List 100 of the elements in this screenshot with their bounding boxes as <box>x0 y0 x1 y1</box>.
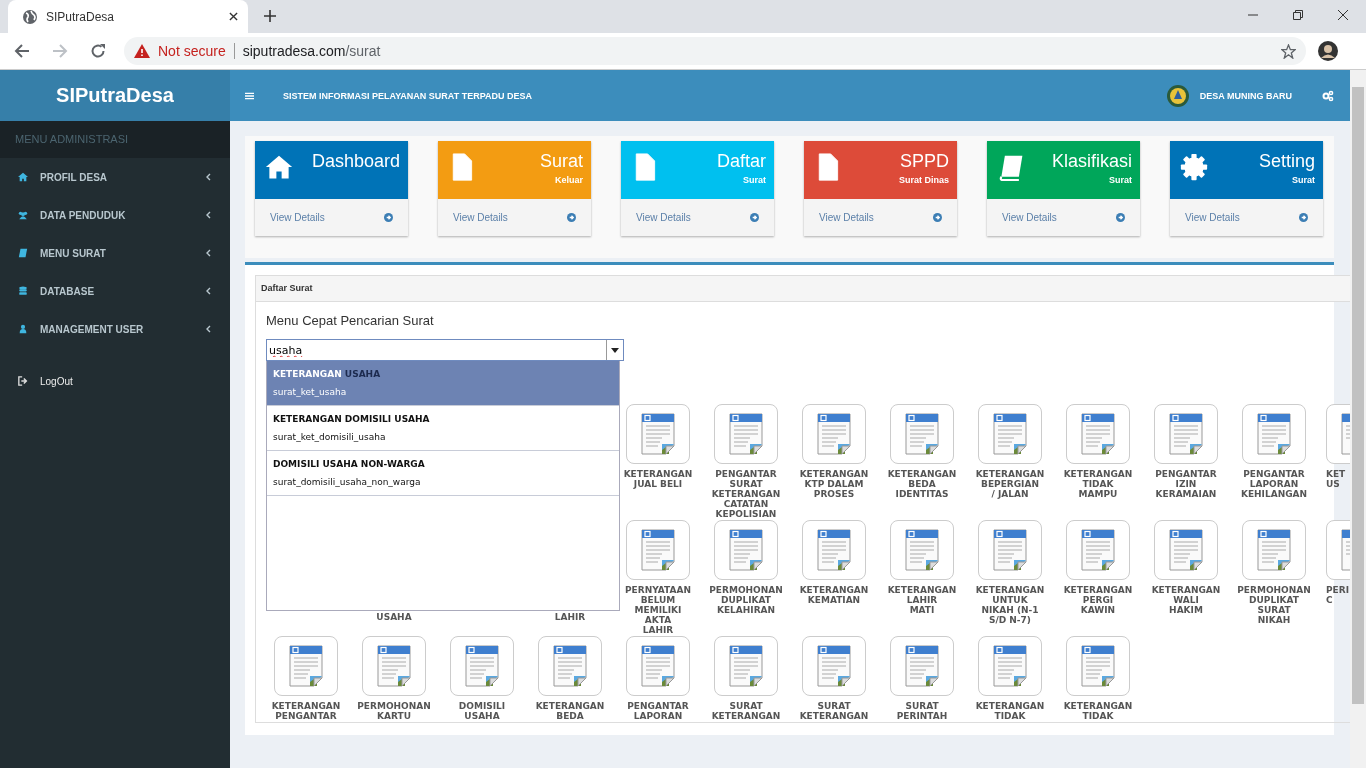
new-tab-icon[interactable] <box>264 10 276 22</box>
letter-tile[interactable] <box>538 636 602 696</box>
document-icon <box>902 528 942 572</box>
info-box-title: Setting <box>1258 151 1315 172</box>
star-icon[interactable] <box>1281 43 1296 59</box>
chevron-icon <box>205 249 211 257</box>
info-box-title: Dashboard <box>311 151 400 172</box>
document-icon <box>462 644 502 688</box>
letter-label: KETERANGAN KEMATIAN <box>799 585 869 605</box>
security-label[interactable]: Not secure <box>158 43 226 59</box>
letter-tile[interactable] <box>978 520 1042 580</box>
sidebar-item[interactable]: MANAGEMENT USER <box>0 310 230 348</box>
database-icon <box>18 286 28 296</box>
letter-tile[interactable] <box>714 636 778 696</box>
letter-tile[interactable] <box>1154 404 1218 464</box>
result-code: surat_ket_usaha <box>273 387 348 397</box>
close-icon[interactable] <box>1338 10 1348 20</box>
settings-icon[interactable] <box>1322 89 1334 102</box>
letter-tile[interactable] <box>1066 636 1130 696</box>
letter-label: KETERANGAN BEDA <box>535 701 605 721</box>
panel-title: Daftar Surat <box>256 276 1350 302</box>
logout-link[interactable]: LogOut <box>0 362 230 400</box>
letter-label: KET US <box>1326 469 1346 489</box>
view-details-link[interactable]: View Details <box>255 199 408 236</box>
sidebar-item[interactable]: PROFIL DESA <box>0 158 230 196</box>
reload-icon[interactable] <box>90 43 106 59</box>
letter-tile[interactable] <box>802 520 866 580</box>
search-result[interactable]: KETERANGAN USAHA surat_ket_usaha <box>267 361 619 406</box>
menu-icon[interactable] <box>245 91 254 100</box>
view-details-link[interactable]: View Details <box>804 199 957 236</box>
letter-tile[interactable] <box>1066 404 1130 464</box>
letter-tile[interactable] <box>714 520 778 580</box>
emblem-icon <box>1165 83 1190 108</box>
info-box-subtitle: Surat <box>743 175 766 185</box>
document-icon <box>726 412 766 456</box>
search-result[interactable]: DOMISILI USAHA NON-WARGA surat_domisili_usaha_non_warga <box>267 451 619 496</box>
sidebar-item[interactable]: DATA PENDUDUK <box>0 196 230 234</box>
letter-label: KETERANGAN PENGANTAR <box>271 701 341 721</box>
letter-label: KETERANGAN KTP DALAM PROSES <box>799 469 869 499</box>
letter-tile[interactable] <box>802 404 866 464</box>
chevron-icon <box>205 211 211 219</box>
letter-tile[interactable] <box>978 636 1042 696</box>
document-icon <box>990 644 1030 688</box>
letter-label: PERMOHONAN DUPLIKAT KELAHIRAN <box>709 585 783 615</box>
sidebar-item[interactable]: MENU SURAT <box>0 234 230 272</box>
result-title: KETERANGAN DOMISILI USAHA <box>273 414 431 424</box>
url-text[interactable]: siputradesa.com/surat <box>242 43 1281 59</box>
letter-tile[interactable] <box>802 636 866 696</box>
search-label: Menu Cepat Pencarian Surat <box>266 313 435 330</box>
scrollbar-thumb[interactable] <box>1352 87 1364 704</box>
sidebar-item[interactable]: DATABASE <box>0 272 230 310</box>
document-icon <box>726 644 766 688</box>
letter-tile[interactable] <box>890 636 954 696</box>
letter-tile[interactable] <box>362 636 426 696</box>
letter-tile[interactable] <box>626 520 690 580</box>
result-code: surat_ket_domisili_usaha <box>273 432 387 442</box>
document-icon <box>814 528 854 572</box>
letter-label: DOMISILI USAHA <box>458 701 506 721</box>
logo-text[interactable]: SIPutraDesa <box>0 70 230 121</box>
letter-tile[interactable] <box>1242 404 1306 464</box>
document-icon <box>638 644 678 688</box>
letter-tile[interactable] <box>626 404 690 464</box>
letter-tile[interactable] <box>890 520 954 580</box>
result-title: KETERANGAN USAHA <box>273 369 382 379</box>
village-name[interactable]: DESA MUNING BARU <box>1199 90 1292 101</box>
view-details-link[interactable]: View Details <box>987 199 1140 236</box>
avatar-icon[interactable] <box>1318 41 1338 61</box>
close-tab-icon[interactable] <box>229 12 238 21</box>
document-icon <box>1166 412 1206 456</box>
back-icon[interactable] <box>14 43 30 59</box>
info-box-title: Klasifikasi <box>1051 151 1132 172</box>
letter-label: PENGANTAR LAPORAN KEHILANGAN <box>1240 469 1308 499</box>
book-icon <box>997 153 1025 181</box>
caret-icon <box>611 347 619 353</box>
search-result[interactable]: KETERANGAN DOMISILI USAHA surat_ket_domisili_usaha <box>267 406 619 451</box>
letter-tile[interactable] <box>626 636 690 696</box>
letter-tile[interactable] <box>450 636 514 696</box>
document-icon <box>550 644 590 688</box>
arrow-circle-icon <box>750 213 759 222</box>
globe-icon <box>22 8 38 25</box>
letter-tile[interactable] <box>274 636 338 696</box>
letter-tile[interactable] <box>890 404 954 464</box>
info-box-title: SPPD <box>899 151 949 172</box>
letter-tile[interactable] <box>978 404 1042 464</box>
restore-icon[interactable] <box>1293 10 1303 20</box>
view-details-link[interactable]: View Details <box>1170 199 1323 236</box>
chevron-icon <box>205 287 211 295</box>
letter-tile[interactable] <box>714 404 778 464</box>
document-icon <box>638 412 678 456</box>
letter-label: KETERANGAN BEPERGIAN / JALAN <box>975 469 1045 499</box>
letter-tile[interactable] <box>1242 520 1306 580</box>
letter-label: PERNYATAAN BELUM MEMILIKI AKTA LAHIR <box>624 585 691 635</box>
letter-tile[interactable] <box>1154 520 1218 580</box>
result-code: surat_domisili_usaha_non_warga <box>273 477 422 487</box>
address-field[interactable]: Not secure siputradesa.com/surat <box>124 37 1306 65</box>
view-details-link[interactable]: View Details <box>438 199 591 236</box>
chevron-icon <box>205 325 211 333</box>
browser-tab[interactable]: SIPutraDesa <box>8 0 248 33</box>
view-details-link[interactable]: View Details <box>621 199 774 236</box>
letter-tile[interactable] <box>1066 520 1130 580</box>
